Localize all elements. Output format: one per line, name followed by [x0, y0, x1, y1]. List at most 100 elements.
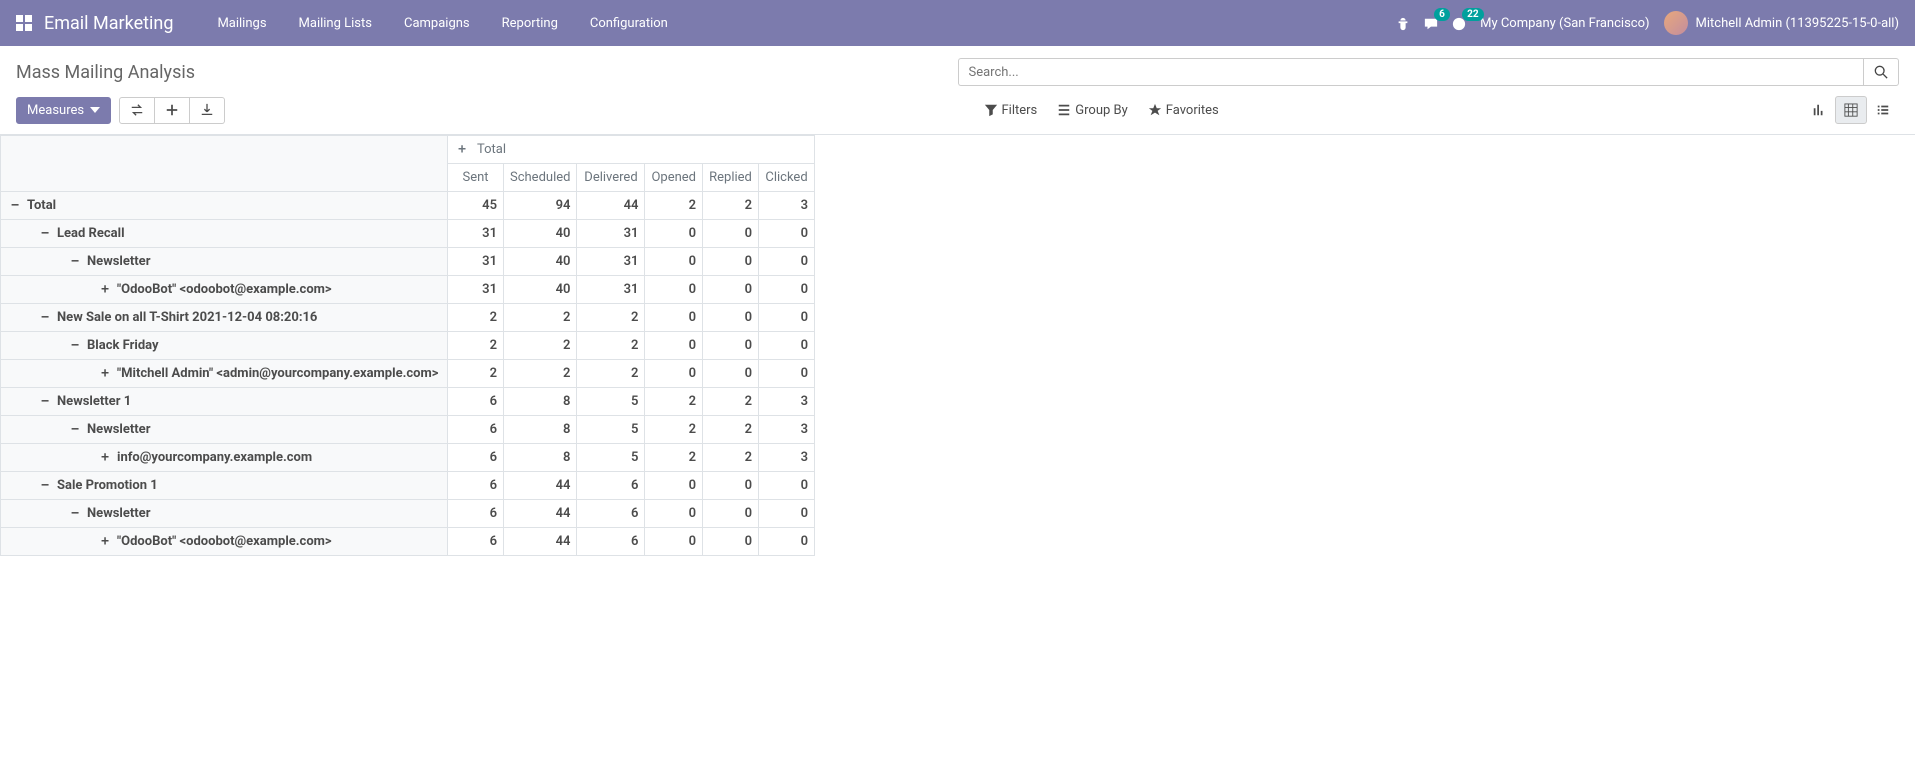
cell-value[interactable]: 0	[759, 304, 815, 332]
filters-button[interactable]: Filters	[974, 96, 1048, 124]
cell-value[interactable]: 31	[448, 220, 504, 248]
cell-value[interactable]: 0	[759, 472, 815, 500]
cell-value[interactable]: 2	[703, 416, 759, 444]
user-menu[interactable]: Mitchell Admin (11395225-15-0-all)	[1664, 11, 1899, 35]
cell-value[interactable]: 6	[448, 472, 504, 500]
cell-value[interactable]: 0	[703, 500, 759, 528]
col-replied[interactable]: Replied	[703, 164, 759, 192]
cell-value[interactable]: 6	[448, 388, 504, 416]
cell-value[interactable]: 44	[577, 192, 645, 220]
cell-value[interactable]: 6	[577, 500, 645, 528]
download-xlsx-button[interactable]	[190, 97, 225, 124]
expand-icon[interactable]: +	[456, 142, 468, 157]
row-header[interactable]: −Sale Promotion 1	[1, 472, 448, 500]
cell-value[interactable]: 0	[759, 332, 815, 360]
row-header[interactable]: −Newsletter	[1, 500, 448, 528]
cell-value[interactable]: 6	[448, 444, 504, 472]
cell-value[interactable]: 5	[577, 388, 645, 416]
cell-value[interactable]: 8	[504, 416, 577, 444]
search-button[interactable]	[1863, 58, 1899, 86]
flip-axis-button[interactable]	[119, 97, 155, 124]
cell-value[interactable]: 2	[504, 360, 577, 388]
menu-configuration[interactable]: Configuration	[574, 16, 684, 31]
cell-value[interactable]: 0	[703, 220, 759, 248]
favorites-button[interactable]: Favorites	[1138, 96, 1229, 124]
row-header[interactable]: +"OdooBot" <odoobot@example.com>	[1, 528, 448, 556]
menu-reporting[interactable]: Reporting	[486, 16, 574, 31]
cell-value[interactable]: 0	[703, 304, 759, 332]
cell-value[interactable]: 0	[645, 528, 703, 556]
cell-value[interactable]: 0	[703, 332, 759, 360]
cell-value[interactable]: 0	[759, 248, 815, 276]
collapse-icon[interactable]: −	[39, 478, 51, 493]
collapse-icon[interactable]: −	[69, 422, 81, 437]
apps-icon[interactable]	[16, 15, 32, 31]
row-header[interactable]: −Black Friday	[1, 332, 448, 360]
cell-value[interactable]: 31	[577, 220, 645, 248]
cell-value[interactable]: 2	[448, 360, 504, 388]
cell-value[interactable]: 0	[703, 360, 759, 388]
cell-value[interactable]: 31	[448, 276, 504, 304]
cell-value[interactable]: 2	[703, 444, 759, 472]
cell-value[interactable]: 6	[577, 528, 645, 556]
graph-view-button[interactable]	[1803, 96, 1835, 124]
cell-value[interactable]: 0	[645, 472, 703, 500]
groupby-button[interactable]: Group By	[1047, 96, 1138, 124]
row-header[interactable]: +"Mitchell Admin" <admin@yourcompany.exa…	[1, 360, 448, 388]
collapse-icon[interactable]: −	[39, 226, 51, 241]
expand-all-button[interactable]	[155, 97, 190, 124]
cell-value[interactable]: 6	[448, 416, 504, 444]
cell-value[interactable]: 94	[504, 192, 577, 220]
cell-value[interactable]: 8	[504, 444, 577, 472]
cell-value[interactable]: 2	[577, 360, 645, 388]
menu-mailings[interactable]: Mailings	[201, 16, 282, 31]
cell-value[interactable]: 3	[759, 192, 815, 220]
cell-value[interactable]: 2	[645, 416, 703, 444]
collapse-icon[interactable]: −	[69, 338, 81, 353]
cell-value[interactable]: 6	[448, 528, 504, 556]
row-header[interactable]: −New Sale on all T-Shirt 2021-12-04 08:2…	[1, 304, 448, 332]
row-header[interactable]: −Newsletter	[1, 416, 448, 444]
col-clicked[interactable]: Clicked	[759, 164, 815, 192]
cell-value[interactable]: 44	[504, 472, 577, 500]
cell-value[interactable]: 8	[504, 388, 577, 416]
cell-value[interactable]: 40	[504, 248, 577, 276]
cell-value[interactable]: 2	[448, 332, 504, 360]
row-header[interactable]: −Lead Recall	[1, 220, 448, 248]
expand-icon[interactable]: +	[99, 450, 111, 465]
row-header[interactable]: +"OdooBot" <odoobot@example.com>	[1, 276, 448, 304]
cell-value[interactable]: 31	[577, 276, 645, 304]
cell-value[interactable]: 0	[759, 528, 815, 556]
cell-value[interactable]: 40	[504, 276, 577, 304]
collapse-icon[interactable]: −	[69, 254, 81, 269]
collapse-icon[interactable]: −	[39, 394, 51, 409]
cell-value[interactable]: 2	[504, 304, 577, 332]
cell-value[interactable]: 5	[577, 416, 645, 444]
cell-value[interactable]: 2	[703, 388, 759, 416]
cell-value[interactable]: 2	[703, 192, 759, 220]
cell-value[interactable]: 0	[759, 360, 815, 388]
row-header[interactable]: −Total	[1, 192, 448, 220]
cell-value[interactable]: 0	[703, 528, 759, 556]
cell-value[interactable]: 0	[759, 276, 815, 304]
measures-button[interactable]: Measures	[16, 97, 111, 124]
menu-mailing-lists[interactable]: Mailing Lists	[283, 16, 388, 31]
cell-value[interactable]: 0	[645, 360, 703, 388]
row-header[interactable]: +info@yourcompany.example.com	[1, 444, 448, 472]
cell-value[interactable]: 0	[645, 276, 703, 304]
cell-value[interactable]: 3	[759, 416, 815, 444]
expand-icon[interactable]: +	[99, 534, 111, 549]
cell-value[interactable]: 6	[448, 500, 504, 528]
search-input[interactable]	[958, 58, 1864, 86]
col-sent[interactable]: Sent	[448, 164, 504, 192]
cell-value[interactable]: 0	[645, 304, 703, 332]
company-selector[interactable]: My Company (San Francisco)	[1480, 16, 1649, 31]
cell-value[interactable]: 2	[448, 304, 504, 332]
cell-value[interactable]: 3	[759, 444, 815, 472]
cell-value[interactable]: 0	[645, 332, 703, 360]
cell-value[interactable]: 40	[504, 220, 577, 248]
brand[interactable]: Email Marketing	[44, 13, 173, 34]
cell-value[interactable]: 3	[759, 388, 815, 416]
cell-value[interactable]: 2	[645, 444, 703, 472]
row-header[interactable]: −Newsletter	[1, 248, 448, 276]
